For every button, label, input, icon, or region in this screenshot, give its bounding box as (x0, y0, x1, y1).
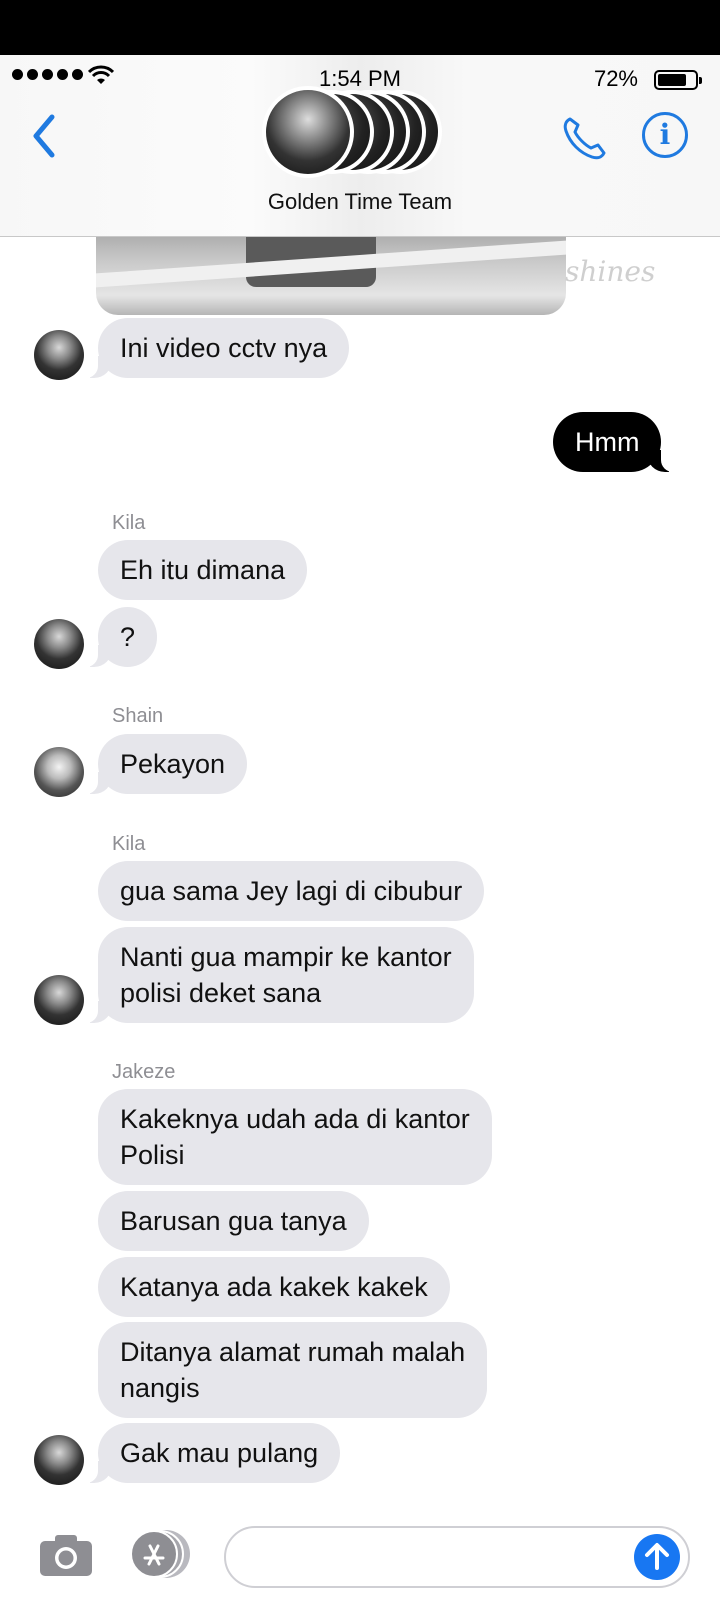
watermark-text: shines (565, 255, 656, 288)
message-text: ? (120, 622, 136, 652)
message-bubble[interactable]: gua sama Jey lagi di cibubur (98, 861, 485, 921)
battery-percentage: 72% (593, 66, 638, 91)
message-text: Kakeknya udah ada di kantor (120, 1104, 470, 1134)
message-bubble[interactable]: Gak mau pulang (83, 1423, 341, 1483)
group-avatar-stack[interactable] (262, 86, 458, 178)
message-text: polisi deket sana (120, 978, 322, 1008)
message-text: nangis (120, 1373, 200, 1403)
info-icon[interactable]: i (642, 112, 688, 158)
avatar[interactable] (34, 330, 84, 380)
message-text: gua sama Jey lagi di cibubur (120, 876, 463, 906)
conversation-title[interactable]: Golden Time Team (0, 189, 720, 215)
message-text: Barusan gua tanya (120, 1206, 347, 1236)
send-button[interactable] (634, 1534, 680, 1580)
chevron-left-icon[interactable] (26, 111, 66, 161)
camera-icon[interactable] (38, 1532, 94, 1578)
message-bubble[interactable]: Eh itu dimana (98, 540, 308, 600)
conversation-header: 1:54 PM 72% Golden Time Team i (0, 55, 720, 237)
image-message[interactable] (96, 237, 566, 315)
phone-icon[interactable] (560, 113, 610, 163)
message-text: Ditanya alamat rumah malah (120, 1337, 466, 1367)
avatar[interactable] (34, 619, 84, 669)
avatar (262, 86, 354, 178)
message-bubble[interactable]: Pekayon (83, 734, 248, 794)
message-composer (0, 1502, 720, 1600)
app-store-icon[interactable] (130, 1528, 194, 1580)
message-bubble[interactable]: Kakeknya udah ada di kantor Polisi (98, 1089, 492, 1185)
message-bubble[interactable]: Nanti gua mampir ke kantor polisi deket … (84, 927, 474, 1023)
avatar[interactable] (34, 1435, 84, 1485)
message-bubble[interactable]: Ditanya alamat rumah malah nangis (98, 1322, 488, 1418)
sender-name: Kila (112, 833, 146, 855)
message-text: Katanya ada kakek kakek (120, 1272, 428, 1302)
message-text: Pekayon (120, 749, 226, 779)
message-input[interactable] (224, 1526, 690, 1588)
sender-name: Shain (112, 705, 164, 727)
message-text: Eh itu dimana (120, 555, 286, 585)
message-list[interactable]: shines Ini video cctv nya Hmm Kila Eh it… (0, 237, 720, 1502)
sender-name: Jakeze (112, 1061, 176, 1083)
message-text: Polisi (120, 1140, 185, 1170)
top-black-bar (0, 0, 720, 55)
message-text: Nanti gua mampir ke kantor (120, 942, 452, 972)
message-bubble[interactable]: ? (83, 607, 158, 667)
message-bubble[interactable]: Ini video cctv nya (83, 318, 350, 378)
arrow-up-icon (645, 1543, 669, 1570)
message-bubble[interactable]: Katanya ada kakek kakek (98, 1257, 450, 1317)
message-text: Hmm (575, 427, 640, 457)
battery-icon (654, 70, 702, 90)
message-text: Ini video cctv nya (120, 333, 328, 363)
message-bubble-outgoing[interactable]: Hmm (553, 412, 677, 472)
message-bubble[interactable]: Barusan gua tanya (98, 1191, 369, 1251)
sender-name: Kila (112, 512, 146, 534)
avatar[interactable] (34, 747, 84, 797)
avatar[interactable] (34, 975, 84, 1025)
message-text: Gak mau pulang (120, 1438, 319, 1468)
